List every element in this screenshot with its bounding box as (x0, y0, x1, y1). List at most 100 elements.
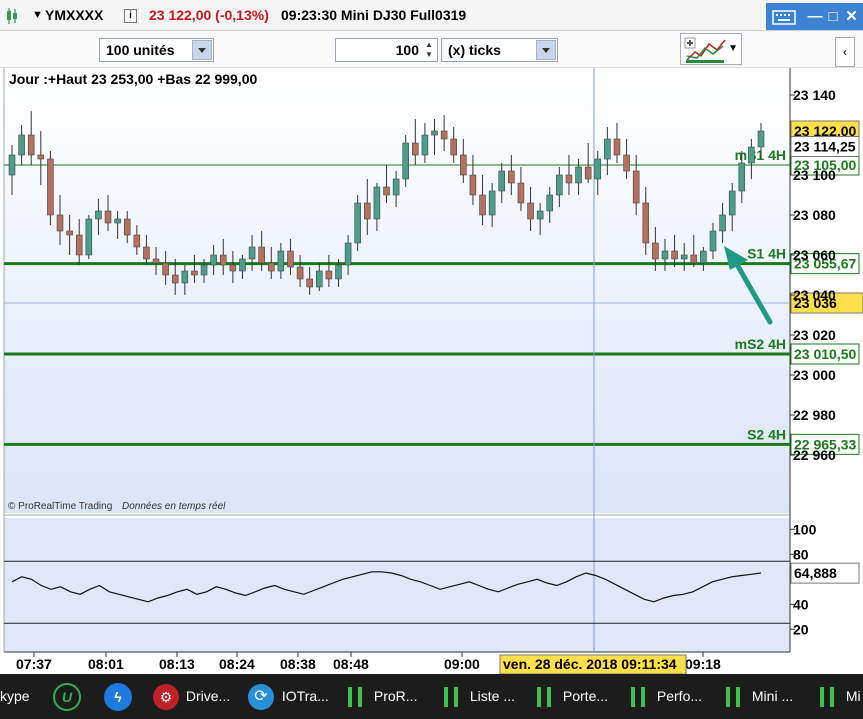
candle-body (75, 234, 83, 256)
taskbar-item-skype[interactable]: kype (0, 674, 30, 719)
candle-body (479, 194, 486, 216)
refresh-icon: ⟳ (248, 684, 274, 711)
ticks-stepper[interactable]: 100 ▲ ▼ (335, 38, 438, 62)
keyboard-icon[interactable] (768, 3, 800, 30)
taskbar-item-mini[interactable]: Mini ... (726, 674, 793, 719)
chart-header: Jour :+Haut 23 253,00 +Bas 22 999,00 (9, 71, 257, 87)
candle-body (680, 254, 688, 260)
chevron-down-icon[interactable] (192, 40, 212, 60)
candlestick-icon[interactable] (5, 0, 19, 31)
candle-body (191, 270, 198, 276)
units-select[interactable]: 100 unités (99, 38, 214, 62)
candlestick-icon (444, 687, 458, 708)
stepper-arrows-icon[interactable]: ▲ ▼ (422, 40, 436, 60)
minimize-button[interactable]: — (806, 3, 824, 30)
candle-body (47, 158, 54, 216)
candle-body (709, 230, 717, 252)
taskbar-item-portefeuille[interactable]: Porte... (537, 674, 608, 719)
taskbar-item-liste[interactable]: Liste ... (444, 674, 515, 719)
price-change: 23 122,00 (-0,13%) (149, 7, 269, 23)
taskbar-item-app2[interactable]: ϟ (104, 674, 132, 719)
candle-body (757, 130, 765, 148)
candle-body (700, 250, 707, 264)
candle-body (661, 250, 669, 260)
level-name: S2 4H (747, 426, 786, 442)
candle-body (344, 242, 352, 266)
candle-body (412, 142, 419, 156)
price-panel[interactable] (4, 68, 790, 513)
candle-body (267, 262, 275, 272)
candle-body (66, 230, 73, 236)
taskbar-item-mi[interactable]: Mi (820, 674, 861, 719)
candle-body (239, 258, 246, 272)
candle-body (421, 134, 429, 156)
candle-body (123, 218, 131, 236)
candle-body (200, 264, 208, 276)
time-label: 09:00 (444, 656, 480, 672)
time-label: 08:24 (219, 656, 255, 672)
osc-tick-label: 80 (793, 546, 809, 562)
candle-body (162, 262, 169, 276)
taskbar-label: Drive... (185, 688, 231, 704)
ticks-type-select[interactable]: (x) ticks (441, 38, 558, 62)
indicators-icon (684, 37, 726, 63)
candle-body (594, 158, 602, 180)
chevron-down-icon[interactable] (536, 40, 556, 60)
candle-body (104, 210, 112, 224)
price-tick-label: 23 040 (793, 287, 836, 303)
dropdown-caret-icon[interactable]: ▼ (32, 0, 43, 31)
maximize-button[interactable]: □ (824, 3, 842, 30)
candle-body (181, 270, 189, 284)
candle-body (335, 264, 342, 280)
candle-body (469, 174, 477, 196)
price-tick-label: 23 060 (793, 247, 836, 263)
candle-body (632, 170, 640, 204)
candle-body (556, 174, 563, 196)
candle-body (95, 210, 102, 220)
candle-body (671, 250, 678, 260)
info-icon[interactable]: i (124, 0, 137, 31)
candle-body (613, 138, 621, 156)
candle-body (277, 250, 285, 272)
candle-body (748, 146, 755, 164)
taskbar-item-performance[interactable]: Perfo... (631, 674, 702, 719)
candle-body (18, 134, 25, 156)
taskbar-label: Liste ... (469, 688, 516, 704)
candle-body (373, 186, 381, 220)
window-controls: — □ ✕ (766, 3, 863, 30)
taskbar-label: Perfo... (656, 688, 703, 704)
chart-area[interactable]: Jour :+Haut 23 253,00 +Bas 22 999,00 mS1… (0, 68, 863, 674)
candle-body (306, 278, 313, 288)
candle-body (56, 214, 64, 232)
taskbar-item-app1[interactable]: U (53, 674, 81, 719)
chart-toolbar: 100 unités 100 ▲ ▼ (x) ticks ▼ ‹ (0, 31, 863, 68)
candle-body (498, 170, 506, 192)
taskbar-item-prorealtime[interactable]: ProR... (348, 674, 417, 719)
price-tick-label: 23 020 (793, 327, 836, 343)
time-label: 08:13 (159, 656, 195, 672)
scroll-up-button[interactable]: ‹ (835, 37, 855, 67)
price-tick-label: 23 000 (793, 367, 836, 383)
candle-body (402, 142, 409, 180)
chevron-down-icon[interactable]: ▼ (728, 43, 738, 54)
close-button[interactable]: ✕ (842, 3, 861, 30)
candle-body (383, 186, 390, 196)
candle-body (517, 182, 525, 204)
osc-tick-label: 100 (793, 521, 817, 537)
candle-body (258, 246, 265, 264)
level-name: S1 4H (747, 246, 786, 262)
taskbar-item-iotrader[interactable]: ⟳ IOTra... (248, 674, 329, 719)
candle-body (325, 270, 333, 280)
price-tick-label: 23 100 (793, 167, 836, 183)
candle-body (431, 130, 438, 136)
candlestick-icon (348, 687, 362, 708)
candle-body (728, 190, 736, 216)
indicators-button[interactable]: ▼ (680, 33, 742, 65)
candlestick-icon (726, 687, 740, 708)
taskbar-item-driver[interactable]: ⚙ Drive... (153, 674, 230, 719)
symbol-label[interactable]: YMXXXX (45, 0, 103, 31)
price-tick-label: 22 980 (793, 407, 836, 423)
oscillator-panel[interactable] (4, 518, 790, 652)
candle-body (8, 154, 16, 176)
taskbar-label: Mi (845, 688, 861, 704)
